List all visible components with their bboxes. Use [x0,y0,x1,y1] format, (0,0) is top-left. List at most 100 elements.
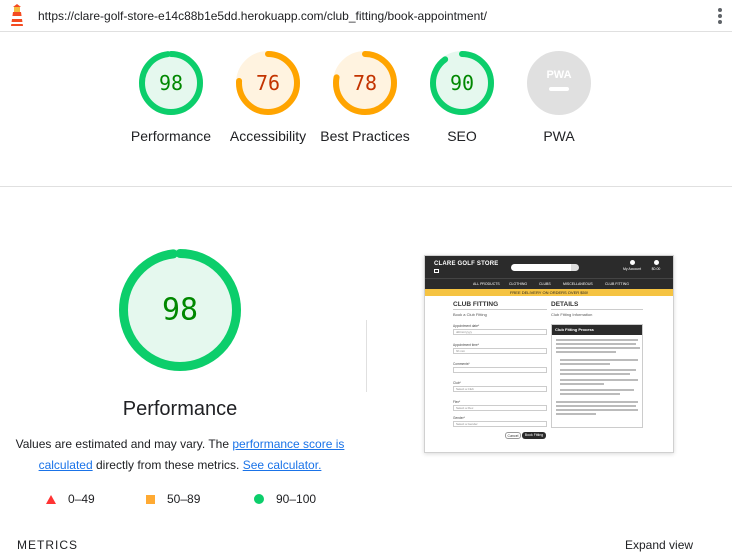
description-text-2: directly from these metrics. [92,458,243,472]
thumb-field: Select a Club [453,386,547,392]
thumb-rule [551,309,643,310]
user-icon [629,260,635,265]
thumb-text-line [560,369,636,371]
final-screenshot-thumbnail[interactable]: CLARE GOLF STORE My Account $0.00 ALL PR… [424,255,674,453]
thumb-logo: CLARE GOLF STORE [434,261,499,267]
thumb-text-line [560,383,604,385]
circle-icon [254,494,264,504]
score-gauge-seo[interactable]: 90 SEO [414,50,510,146]
gauge-score: 76 [256,71,280,95]
thumb-submit-button: Book Fitting [522,432,546,439]
gauge-label: Performance [130,128,212,144]
thumb-text-line [556,401,638,403]
thumb-panel-title: Club Fitting Process [552,325,642,335]
thumb-nav-item: CLOTHING [509,282,528,286]
gauge-score: 90 [450,71,474,95]
thumb-right-heading: DETAILS [551,301,579,308]
thumb-text-line [556,343,636,345]
thumb-cancel-button: Cancel [505,432,521,439]
thumb-field-label: Gender* [453,416,465,420]
gauge-score: 98 [162,293,198,328]
legend-pass: 90–100 [254,492,316,506]
gauge-label: SEO [447,128,477,144]
thumb-bag: $0.00 [645,260,667,271]
thumb-header: CLARE GOLF STORE My Account $0.00 [425,256,673,278]
thumb-text-line [556,413,596,415]
score-gauge-performance[interactable]: 98 Performance [123,50,219,146]
lighthouse-icon [11,4,23,26]
page-url[interactable]: https://clare-golf-store-e14c88b1e5dd.he… [38,9,487,23]
thumb-field-label: Club* [453,381,461,385]
thumb-field: Select a Gender [453,421,547,427]
thumb-nav-item: MISCELLANEOUS [563,282,593,286]
search-icon [571,264,579,271]
gauge-ring: 90 [430,51,494,115]
gauge-label: Best Practices [320,128,410,144]
score-gauge-best-practices[interactable]: 78 Best Practices [317,50,413,146]
thumb-info-panel: Club Fitting Process [551,324,643,428]
thumb-field [453,367,547,373]
thumb-text-line [560,379,638,381]
thumb-right-sub: Club Fitting Information [551,312,593,317]
flag-icon [434,269,439,273]
gauge-base [527,51,591,115]
metrics-heading: METRICS [17,538,78,552]
thumb-nav-item: ALL PRODUCTS [473,282,500,286]
thumb-text-line [560,389,634,391]
thumb-banner: FREE DELIVERY ON ORDERS OVER $50! [425,289,673,296]
thumb-nav-item: CLUB FITTING [605,282,629,286]
thumb-account: My Account [621,260,643,271]
address-bar: https://clare-golf-store-e14c88b1e5dd.he… [0,0,732,32]
thumb-left-sub: Book a Club Fitting [453,312,487,317]
thumb-field: hh:mm [453,348,547,354]
thumb-text-line [556,347,640,349]
score-gauge-pwa[interactable]: PWA PWA [511,50,607,146]
summary-divider [0,186,732,187]
legend-range: 90–100 [276,492,317,506]
legend-fail: 0–49 [46,492,95,506]
thumb-rule [453,309,547,310]
thumb-nav: ALL PRODUCTS CLOTHING CLUBS MISCELLANEOU… [425,278,673,289]
thumb-text-line [556,405,636,407]
gauge-label: Accessibility [229,128,307,144]
pwa-badge-text: PWA [546,69,571,81]
thumb-field-label: Appointment time* [453,343,480,347]
performance-description: Values are estimated and may vary. The p… [10,434,350,476]
see-calculator-link[interactable]: See calculator. [243,458,322,472]
thumb-text-line [560,363,610,365]
performance-title: Performance [122,398,238,420]
expand-view-toggle[interactable]: Expand view [625,538,693,552]
thumb-text-line [560,373,630,375]
thumb-account-label: My Account [622,267,642,271]
pwa-dash-icon [549,87,569,91]
thumb-bag-label: $0.00 [651,267,661,271]
thumb-text-line [560,393,620,395]
thumb-text-line [556,351,616,353]
square-icon [146,494,155,504]
thumb-left-heading: CLUB FITTING [453,301,499,308]
thumb-field-label: Flex* [453,400,461,404]
triangle-icon [46,494,56,504]
thumb-text-line [556,339,638,341]
legend-range: 0–49 [68,492,95,506]
gauge-label: PWA [543,128,575,144]
thumb-field-label: Appointment date* [453,324,480,328]
legend-average: 50–89 [146,492,200,506]
thumb-text-line [560,359,638,361]
score-gauge-accessibility[interactable]: 76 Accessibility [220,50,316,146]
description-text: Values are estimated and may vary. The [15,437,233,451]
thumb-text-line [556,409,638,411]
thumb-field-label: Comments* [453,362,470,366]
thumb-search [511,264,577,271]
kebab-menu-icon[interactable] [717,8,723,24]
gauge-ring: 98 [139,51,203,115]
thumb-field: dd/mm/yyyy [453,329,547,335]
thumb-field: Select a Flex [453,405,547,411]
gauge-ring: PWA [527,51,591,115]
gauge-score: 78 [353,71,377,95]
gauge-ring: 76 [236,51,300,115]
performance-big-gauge: 98 [119,249,241,371]
gauge-score: 98 [159,71,183,95]
legend-range: 50–89 [167,492,201,506]
vertical-divider [366,320,367,392]
